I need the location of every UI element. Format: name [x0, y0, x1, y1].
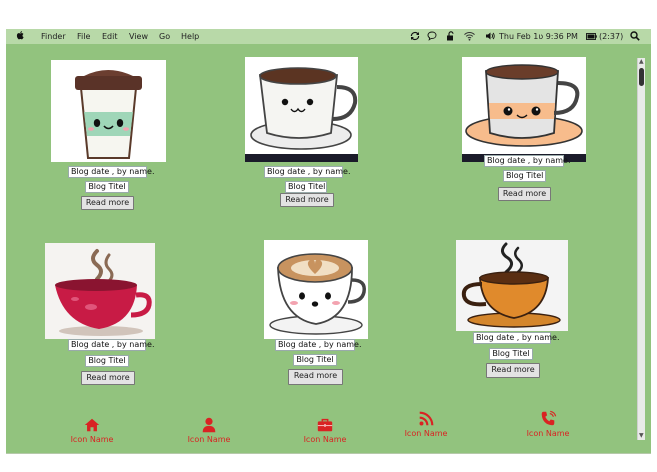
blog-meta: Blog date , by name. [68, 339, 154, 351]
read-more-button[interactable]: Read more [486, 363, 540, 378]
blog-title: Blog Titel [293, 354, 337, 366]
search-icon[interactable] [630, 31, 640, 44]
read-more-button[interactable]: Read more [81, 371, 135, 385]
coffee-mug-saucer-image[interactable] [462, 57, 586, 162]
blog-meta: Blog date , by name. [484, 155, 570, 167]
sync-icon[interactable] [410, 31, 420, 44]
read-more-button[interactable]: Read more [81, 196, 134, 210]
apple-icon[interactable] [16, 30, 25, 44]
menu-go[interactable]: Go [159, 31, 170, 42]
vertical-scrollbar[interactable]: ▲ ▼ [637, 58, 645, 440]
nav-contact[interactable]: Icon Name [513, 410, 583, 439]
nav-user[interactable]: Icon Name [174, 416, 244, 445]
read-more-button[interactable]: Read more [280, 193, 334, 207]
blog-title: Blog Titel [503, 170, 546, 182]
battery-icon[interactable] [586, 32, 597, 43]
coffee-mug-kawaii-image[interactable] [245, 57, 358, 162]
phone-icon [513, 410, 583, 428]
blog-meta: Blog date , by name. [68, 166, 154, 178]
volume-icon[interactable] [485, 31, 495, 44]
nav-label: Icon Name [70, 435, 114, 444]
red-coffee-cup-image[interactable] [45, 243, 155, 339]
menu-bar: Finder File Edit View Go Help Thu Feb 1ʋ… [6, 29, 651, 44]
blog-meta: Blog date , by name. [473, 332, 559, 344]
blog-title: Blog Titel [285, 181, 327, 193]
home-icon [57, 416, 127, 434]
nav-label: Icon Name [404, 429, 448, 438]
lock-icon[interactable] [446, 31, 455, 44]
scroll-down-arrow[interactable]: ▼ [639, 433, 644, 439]
blog-title: Blog Titel [85, 355, 129, 367]
menu-finder[interactable]: Finder [41, 31, 66, 42]
blog-title: Blog Titel [489, 348, 533, 360]
user-icon [174, 416, 244, 434]
latte-cup-kawaii-image[interactable] [264, 240, 368, 339]
wifi-icon[interactable] [464, 31, 475, 44]
read-more-button[interactable]: Read more [498, 187, 551, 201]
nav-work[interactable]: Icon Name [290, 416, 360, 445]
battery-time: (2:37) [599, 32, 624, 41]
scroll-up-arrow[interactable]: ▲ [639, 59, 644, 65]
menu-help[interactable]: Help [181, 31, 199, 42]
rss-icon [391, 410, 461, 428]
clock-text[interactable]: Thu Feb 1ʋ 9:36 PM [499, 31, 578, 42]
scroll-thumb[interactable] [639, 68, 644, 86]
menu-edit[interactable]: Edit [102, 31, 118, 42]
blog-meta: Blog date , by name. [275, 339, 361, 351]
read-more-button[interactable]: Read more [288, 369, 343, 385]
briefcase-icon [290, 416, 360, 434]
nav-label: Icon Name [187, 435, 231, 444]
nav-label: Icon Name [526, 429, 570, 438]
chat-bubble-icon[interactable] [427, 31, 437, 44]
nav-rss[interactable]: Icon Name [391, 410, 461, 439]
nav-label: Icon Name [303, 435, 347, 444]
blog-meta: Blog date , by name. [264, 166, 350, 178]
blog-title: Blog Titel [85, 181, 129, 193]
nav-home[interactable]: Icon Name [57, 416, 127, 445]
coffee-cup-kawaii-image[interactable] [51, 60, 166, 162]
menu-file[interactable]: File [77, 31, 90, 42]
menu-view[interactable]: View [129, 31, 148, 42]
orange-coffee-cup-image[interactable] [456, 240, 568, 331]
